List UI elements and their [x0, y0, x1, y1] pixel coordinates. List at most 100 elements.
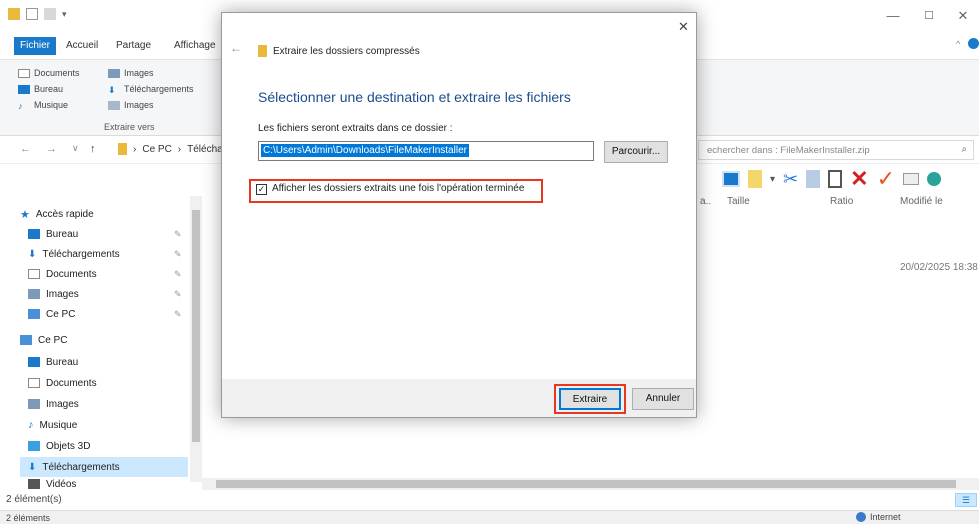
forward-arrow-icon[interactable]: →	[46, 143, 57, 155]
nav-label: Téléchargements	[42, 248, 120, 260]
extract-to-images[interactable]: Images	[108, 68, 154, 78]
tab-view[interactable]: Affichage	[168, 37, 222, 55]
properties-icon[interactable]	[828, 170, 843, 188]
minimize-button[interactable]: —	[878, 6, 908, 26]
desktop-icon	[28, 357, 40, 367]
cancel-button[interactable]: Annuler	[632, 388, 694, 410]
scrollbar-thumb[interactable]	[192, 210, 200, 442]
new-folder-icon[interactable]	[44, 8, 56, 20]
nav-label: Accès rapide	[35, 208, 94, 220]
details-view-button[interactable]: ☰	[955, 493, 977, 507]
nav-quick-desktop[interactable]: Bureau ✎	[28, 224, 182, 244]
nav-label: Vidéos	[46, 478, 77, 490]
nav-videos[interactable]: Vidéos	[28, 474, 76, 494]
browse-button[interactable]: Parcourir...	[604, 141, 668, 163]
column-type[interactable]: a..	[700, 196, 711, 207]
nav-quick-documents[interactable]: Documents ✎	[28, 264, 182, 284]
destination-path-input[interactable]: C:\Users\Admin\Downloads\FileMakerInstal…	[258, 141, 594, 161]
copy-icon[interactable]	[748, 170, 762, 188]
nav-label: Bureau	[46, 356, 79, 368]
column-size[interactable]: Taille	[727, 196, 750, 207]
paste-icon[interactable]	[806, 170, 821, 188]
nav-3d-objects[interactable]: Objets 3D	[28, 436, 90, 456]
extract-to-desktop[interactable]: Bureau	[18, 84, 63, 94]
dropdown-icon[interactable]: ▾	[62, 9, 67, 20]
folder-icon	[8, 8, 20, 20]
nav-documents[interactable]: Documents	[28, 373, 97, 393]
scrollbar-thumb[interactable]	[216, 480, 956, 488]
images-icon	[28, 399, 40, 409]
nav-label: Objets 3D	[46, 440, 91, 452]
help-icon[interactable]	[968, 38, 979, 49]
show-extracted-checkbox[interactable]: ✓	[256, 184, 267, 195]
nav-scrollbar[interactable]	[190, 196, 202, 482]
nav-quick-this-pc[interactable]: Ce PC ✎	[28, 304, 182, 324]
zone-label: Internet	[870, 512, 901, 522]
pin-icon[interactable]: ✎	[174, 249, 182, 260]
documents-icon	[18, 68, 30, 78]
cut-icon[interactable]: ✂	[783, 169, 798, 190]
breadcrumb-separator-icon: ›	[177, 143, 182, 155]
nav-desktop[interactable]: Bureau	[28, 352, 78, 372]
tab-home[interactable]: Accueil	[60, 37, 104, 55]
extract-to-downloads[interactable]: ⬇ Téléchargements	[108, 84, 194, 95]
dialog-heading: Sélectionner une destination et extraire…	[258, 89, 571, 105]
download-icon: ⬇	[28, 461, 37, 473]
quick-access-toolbar: ▾	[8, 8, 67, 20]
documents-icon	[28, 269, 40, 279]
nav-label: Ce PC	[38, 334, 68, 346]
column-modified[interactable]: Modifié le	[900, 196, 943, 207]
nav-this-pc[interactable]: Ce PC	[20, 330, 67, 350]
delete-icon[interactable]: ✕	[850, 166, 868, 192]
pin-icon[interactable]: ✎	[174, 289, 182, 300]
nav-label: Images	[46, 288, 79, 300]
ribbon-group-label: Extraire vers	[104, 122, 155, 132]
cube-icon	[28, 441, 40, 451]
music-icon: ♪	[28, 419, 34, 431]
up-arrow-icon[interactable]: ↑	[90, 143, 96, 155]
horizontal-scrollbar[interactable]	[202, 478, 979, 490]
dropdown-icon[interactable]: ▾	[770, 174, 775, 185]
maximize-button[interactable]: ☐	[914, 6, 944, 26]
globe-icon[interactable]	[927, 172, 941, 186]
show-extracted-label[interactable]: Afficher les dossiers extraits une fois …	[272, 183, 524, 194]
nav-label: Documents	[46, 377, 97, 389]
tab-file[interactable]: Fichier	[14, 37, 57, 55]
view-icon[interactable]	[722, 171, 740, 187]
pin-icon[interactable]: ✎	[174, 269, 182, 280]
nav-quick-images[interactable]: Images ✎	[28, 284, 182, 304]
nav-quick-access[interactable]: ★ Accès rapide	[20, 204, 94, 224]
search-input[interactable]: echercher dans : FileMakerInstaller.zip …	[698, 140, 974, 160]
tab-share[interactable]: Partage	[110, 37, 157, 55]
check-icon[interactable]: ✓	[877, 166, 895, 192]
ribbon-collapse-icon[interactable]: ^	[956, 39, 960, 49]
nav-images[interactable]: Images	[28, 394, 79, 414]
back-arrow-icon[interactable]: ←	[230, 41, 242, 55]
dialog-close-icon[interactable]: ✕	[678, 19, 689, 35]
images-icon	[108, 68, 120, 78]
breadcrumb-ce-pc[interactable]: Ce PC	[142, 144, 171, 155]
pin-icon[interactable]: ✎	[174, 309, 182, 320]
back-arrow-icon[interactable]: ←	[20, 143, 31, 155]
navigation-pane: ★ Accès rapide Bureau ✎ ⬇ Téléchargements ✎ …	[0, 186, 202, 482]
star-icon: ★	[20, 208, 30, 221]
ribbon-item-label: Bureau	[34, 84, 64, 94]
extract-button[interactable]: Extraire	[559, 388, 621, 410]
recent-dropdown-icon[interactable]: ∨	[72, 143, 79, 154]
extract-to-images-2[interactable]: Images	[108, 100, 154, 110]
pin-icon[interactable]: ✎	[174, 229, 182, 240]
dialog-title-text: Extraire les dossiers compressés	[273, 45, 420, 57]
nav-music[interactable]: ♪ Musique	[28, 415, 77, 435]
nav-quick-downloads[interactable]: ⬇ Téléchargements ✎	[28, 244, 182, 264]
breadcrumb[interactable]: › Ce PC › Télécharg	[118, 143, 232, 155]
extract-to-music[interactable]: ♪ Musique	[18, 100, 68, 111]
nav-label: Bureau	[46, 228, 79, 240]
column-ratio[interactable]: Ratio	[830, 196, 853, 207]
close-button[interactable]: ✕	[948, 6, 978, 26]
images-icon	[28, 289, 40, 299]
extract-to-documents[interactable]: Documents	[18, 68, 80, 78]
properties-icon[interactable]	[26, 8, 38, 20]
globe-icon	[856, 512, 866, 522]
ribbon-item-label: Documents	[34, 68, 80, 78]
rename-icon[interactable]	[903, 173, 919, 185]
